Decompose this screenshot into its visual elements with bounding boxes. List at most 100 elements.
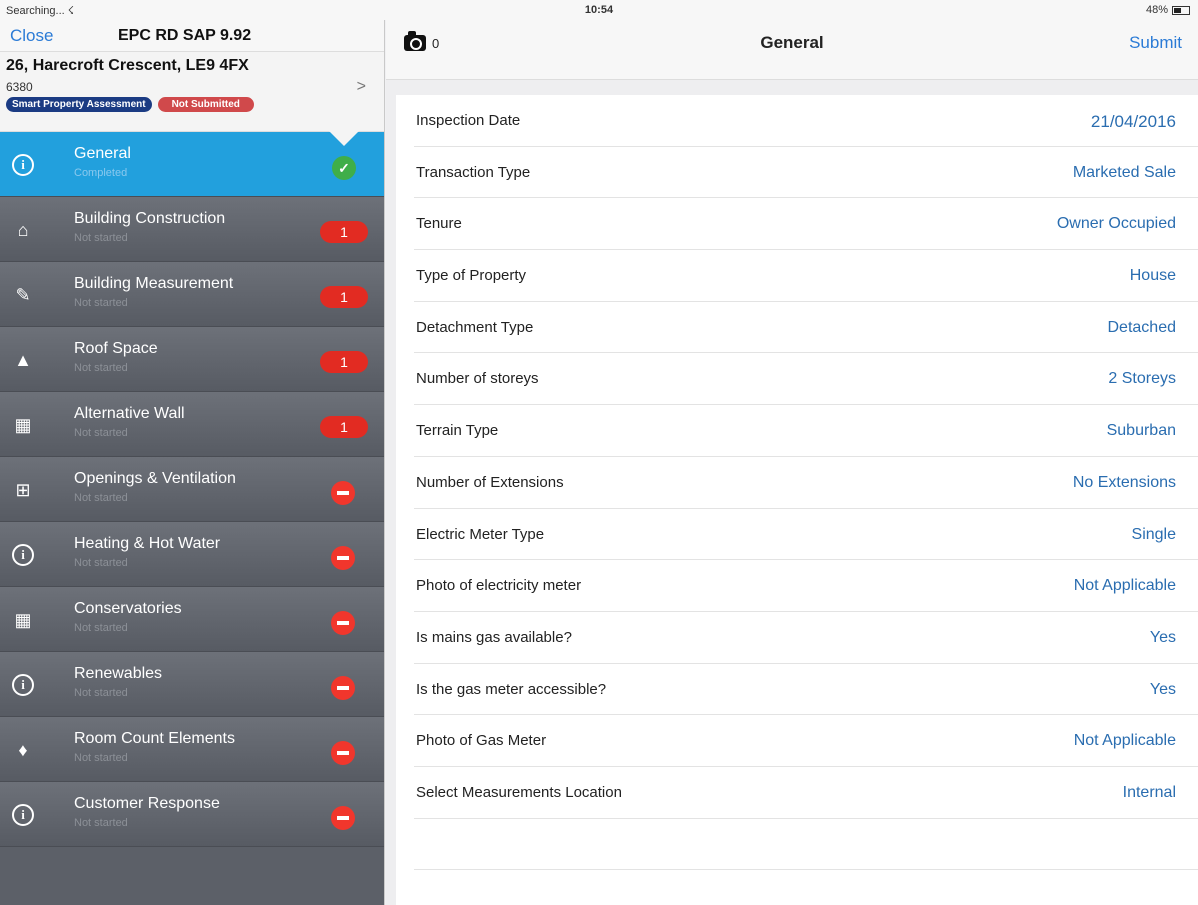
section-status: Not started — [74, 362, 128, 374]
property-address: 26, Harecroft Crescent, LE9 4FX — [6, 57, 249, 74]
app-title: EPC RD SAP 9.92 — [118, 27, 252, 44]
chevron-right-icon[interactable]: > — [357, 78, 366, 96]
field-label: Inspection Date — [416, 112, 521, 129]
form-row[interactable]: Detachment Type Detached — [414, 302, 1198, 354]
section-item[interactable]: i Heating & Hot Water Not started — [0, 522, 384, 587]
section-status: Completed — [74, 167, 128, 179]
detail-pane: 0 General Submit Inspection Date 21/04/20… — [386, 20, 1198, 905]
section-title: Roof Space — [74, 340, 158, 357]
section-title: Conservatories — [74, 600, 182, 617]
section-item[interactable]: ▦ Conservatories Not started — [0, 587, 384, 652]
assessment-badge: Smart Property Assessment — [6, 97, 152, 112]
section-status: Not started — [74, 427, 128, 439]
field-value[interactable]: Yes — [1150, 681, 1176, 699]
not-started-icon — [331, 806, 355, 830]
form-row[interactable]: Type of Property House — [414, 250, 1198, 302]
bulb-icon: ♦ — [18, 739, 28, 760]
section-item[interactable]: ✎ Building Measurement Not started 1 — [0, 262, 384, 327]
checkmark-icon: ✓ — [332, 156, 356, 180]
field-label: Type of Property — [416, 267, 527, 285]
battery-icon — [1172, 5, 1190, 15]
form-row[interactable]: Tenure Owner Occupied — [414, 198, 1198, 251]
info-icon: i — [12, 544, 34, 566]
section-item[interactable]: i Customer Response Not started — [0, 782, 384, 847]
form-row[interactable]: Transaction Type Marketed Sale — [414, 147, 1198, 199]
info-icon: i — [12, 154, 34, 176]
field-label: Electric Meter Type — [416, 525, 545, 543]
section-item[interactable]: i General Completed ✓ — [0, 131, 384, 197]
section-status: Not started — [74, 492, 128, 504]
section-title: Customer Response — [74, 795, 220, 812]
field-value[interactable]: Suburban — [1107, 422, 1176, 440]
form-row[interactable]: Number of storeys 2 Storeys — [414, 353, 1198, 406]
section-item[interactable]: ▦ Alternative Wall Not started 1 — [0, 392, 384, 457]
section-item[interactable]: ▲ Roof Space Not started 1 — [0, 327, 384, 392]
section-status: Not started — [74, 622, 128, 634]
section-item[interactable]: ⌂ Building Construction Not started 1 — [0, 197, 384, 262]
field-value[interactable]: Yes — [1150, 629, 1176, 647]
form-row[interactable]: Photo of Gas Meter Not Applicable — [414, 715, 1198, 767]
form-row[interactable]: Is mains gas available? Yes — [414, 612, 1198, 664]
field-value[interactable]: 21/04/2016 — [1091, 112, 1176, 132]
form-row[interactable]: Select Measurements Location Internal — [414, 767, 1198, 819]
form-row[interactable]: Photo of electricity meter Not Applicable — [414, 560, 1198, 612]
status-bar: Searching... ☇ 10:54 48% — [0, 0, 1198, 20]
field-value[interactable]: 2 Storeys — [1108, 370, 1176, 388]
close-button[interactable]: Close — [10, 26, 53, 46]
field-value[interactable]: No Extensions — [1073, 474, 1176, 492]
form-row[interactable]: Inspection Date 21/04/2016 — [414, 95, 1198, 147]
general-form: Inspection Date 21/04/2016 Transaction Typ… — [396, 95, 1198, 905]
form-row[interactable]: Number of Extensions No Extensions — [414, 457, 1198, 509]
field-value[interactable]: Not Applicable — [1074, 577, 1176, 595]
battery-status: 48% — [1146, 4, 1190, 16]
info-icon: i — [12, 804, 34, 826]
section-title: Openings & Ventilation — [74, 470, 236, 487]
form-row[interactable]: Is the gas meter accessible? Yes — [414, 664, 1198, 716]
field-value[interactable]: House — [1130, 267, 1176, 285]
ruler-icon: ✎ — [15, 284, 31, 305]
field-label: Photo of electricity meter — [416, 577, 582, 595]
submit-button[interactable]: Submit — [1129, 33, 1182, 53]
section-title: Alternative Wall — [74, 405, 185, 422]
section-item[interactable]: ♦ Room Count Elements Not started — [0, 717, 384, 782]
issue-count-badge: 1 — [320, 416, 368, 438]
field-value[interactable]: Internal — [1123, 784, 1176, 802]
page-title: General — [760, 33, 824, 52]
section-item[interactable]: ⊞ Openings & Ventilation Not started — [0, 457, 384, 522]
active-pointer — [329, 131, 359, 146]
section-list: i General Completed ✓ ⌂ Building Construction… — [0, 131, 384, 847]
sections-sidebar: Close EPC RD SAP 9.92 26, Harecroft Cres… — [0, 20, 385, 905]
section-status: Not started — [74, 687, 128, 699]
clock: 10:54 — [584, 4, 614, 16]
field-value[interactable]: Not Applicable — [1074, 732, 1176, 750]
status-badge: Not Submitted — [157, 97, 254, 112]
section-status: Not started — [74, 232, 128, 244]
property-header[interactable]: 26, Harecroft Crescent, LE9 4FX 6380 > S… — [0, 52, 384, 132]
section-status: Not started — [74, 297, 128, 309]
form-row[interactable]: Terrain Type Suburban — [414, 405, 1198, 457]
issue-count-badge: 1 — [320, 351, 368, 373]
section-item[interactable]: i Renewables Not started — [0, 652, 384, 717]
field-label: Tenure — [416, 215, 462, 233]
property-badges: Smart Property Assessment Not Submitted — [6, 97, 254, 112]
field-label: Terrain Type — [416, 422, 499, 440]
property-id: 6380 — [6, 80, 33, 94]
battery-percent: 48% — [1145, 4, 1168, 16]
field-label: Photo of Gas Meter — [416, 732, 547, 750]
brick-wall-icon: ▦ — [14, 414, 32, 435]
field-label: Number of storeys — [416, 370, 539, 388]
form-row[interactable]: Electric Meter Type Single — [414, 509, 1198, 561]
field-label: Is mains gas available? — [416, 628, 572, 646]
section-title: Building Measurement — [74, 275, 234, 292]
section-status: Not started — [74, 752, 128, 764]
not-started-icon — [331, 741, 355, 765]
issue-count-badge: 1 — [320, 221, 368, 243]
field-label: Is the gas meter accessible? — [416, 680, 607, 698]
field-value[interactable]: Owner Occupied — [1057, 215, 1176, 233]
field-value[interactable]: Detached — [1108, 319, 1177, 337]
field-value[interactable]: Marketed Sale — [1073, 164, 1176, 182]
not-started-icon — [331, 481, 355, 505]
field-value[interactable]: Single — [1132, 526, 1176, 544]
section-title: Building Construction — [74, 210, 226, 227]
field-label: Transaction Type — [416, 163, 531, 181]
